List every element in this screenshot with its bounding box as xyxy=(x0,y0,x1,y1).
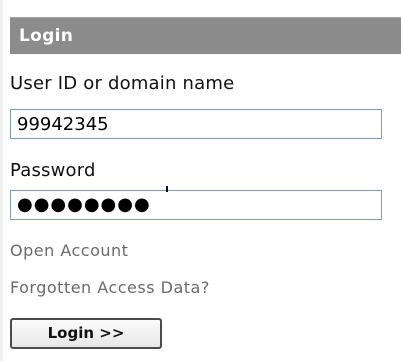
login-title: Login xyxy=(19,26,74,46)
password-label: Password xyxy=(10,160,96,181)
login-header: Login xyxy=(10,17,401,54)
user-id-label: User ID or domain name xyxy=(10,73,235,94)
panel-edge xyxy=(0,0,3,361)
text-cursor xyxy=(166,186,168,192)
login-button[interactable]: Login >> xyxy=(10,318,162,349)
open-account-link[interactable]: Open Account xyxy=(10,241,128,260)
password-input[interactable]: ●●●●●●●● xyxy=(10,190,382,220)
login-panel: Login User ID or domain name Password ●●… xyxy=(0,0,401,361)
forgotten-access-link[interactable]: Forgotten Access Data? xyxy=(10,278,210,297)
user-id-input[interactable] xyxy=(10,109,382,139)
